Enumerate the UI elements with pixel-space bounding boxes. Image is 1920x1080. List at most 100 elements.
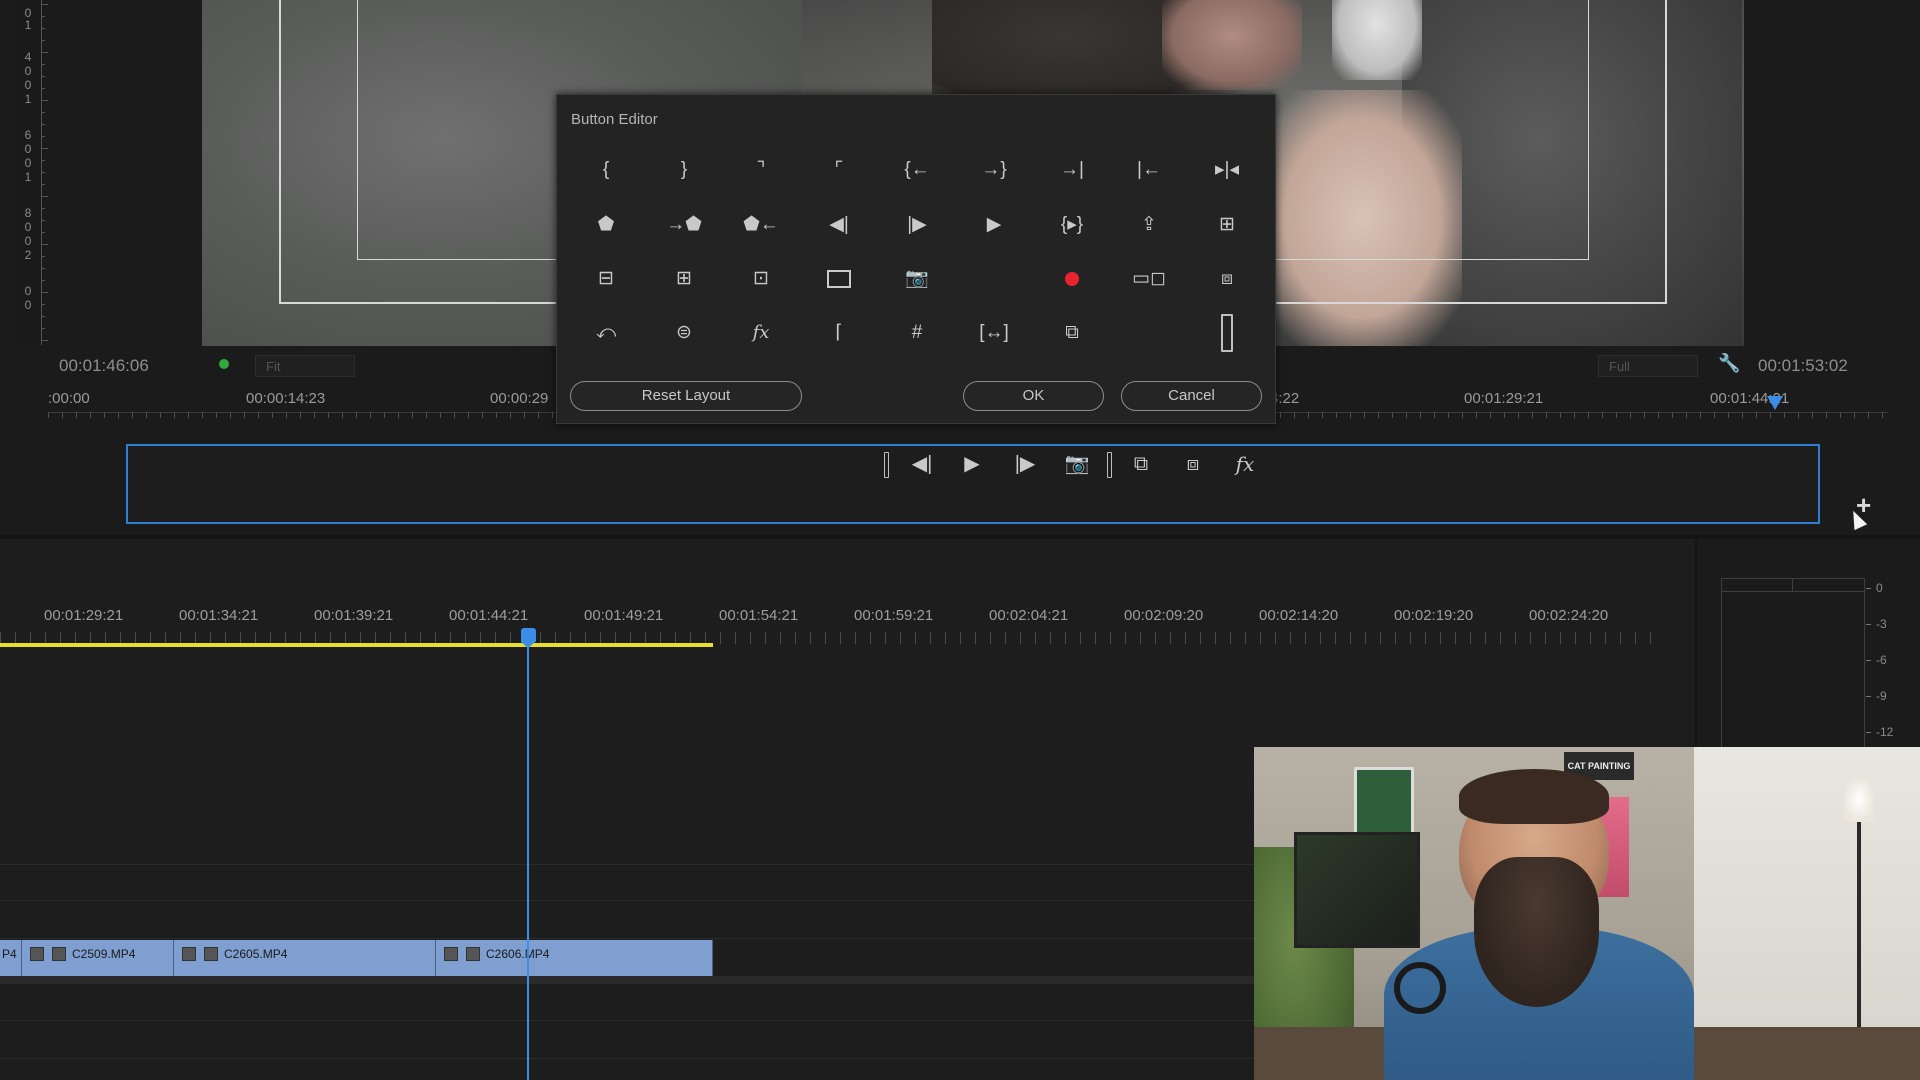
editor-button-icon[interactable]: ⌜ — [816, 150, 862, 190]
track-divider — [0, 938, 1255, 939]
editor-button-icon[interactable]: ⊞ — [661, 259, 707, 299]
track-separator — [0, 976, 1255, 984]
reset-layout-button[interactable]: Reset Layout — [570, 381, 802, 411]
ruler-digit: 1 — [24, 170, 32, 184]
timeline-ruler-label: 00:02:04:21 — [989, 607, 1069, 624]
spacer-icon[interactable] — [1204, 313, 1250, 353]
editor-button-icon[interactable]: ⬟ — [583, 205, 629, 245]
monitor-ruler-label: :00:00 — [48, 390, 90, 407]
clip-label: C2606.MP4 — [486, 946, 550, 961]
multicam-icon[interactable]: ⧉ — [1124, 448, 1158, 480]
audio-meter-peak — [1721, 578, 1865, 592]
timeline-clip[interactable]: P4 — [0, 940, 22, 976]
editor-button-icon[interactable]: ⌝ — [738, 150, 784, 190]
ok-button[interactable]: OK — [963, 381, 1104, 411]
editor-button-icon[interactable]: { — [583, 150, 629, 190]
db-label: -6 — [1876, 653, 1887, 667]
timeline-clip[interactable]: C2509.MP4 — [22, 940, 174, 976]
editor-button-icon[interactable]: →} — [971, 150, 1017, 190]
editor-button-icon[interactable]: ⊟ — [583, 259, 629, 299]
fx-icon[interactable]: fx — [1228, 448, 1262, 480]
timeline-clip[interactable]: C2606.MP4 — [436, 940, 713, 976]
editor-button-icon[interactable]: } — [661, 150, 707, 190]
clip-fx-icon — [30, 946, 44, 961]
spacer-icon[interactable] — [884, 452, 889, 478]
editor-button-icon[interactable]: ▶ — [971, 205, 1017, 245]
track-divider — [0, 1058, 1255, 1059]
timeline-ruler-label: 00:01:59:21 — [854, 607, 934, 624]
zoom-select[interactable]: Fit — [255, 355, 355, 377]
fx-icon[interactable]: fx — [738, 313, 784, 353]
editor-button-icon[interactable]: ⊡ — [738, 259, 784, 299]
clip-thumbnail-icon — [466, 946, 480, 961]
editor-button-icon[interactable]: ⊞ — [1204, 205, 1250, 245]
clip-thumbnail-icon — [204, 946, 218, 961]
comparison-view-icon[interactable]: ⧈ — [1176, 448, 1210, 480]
timeline-clip[interactable]: C2605.MP4 — [174, 940, 436, 976]
editor-button-icon[interactable]: |▶ — [894, 205, 940, 245]
timeline-ruler-label: 00:01:39:21 — [314, 607, 394, 624]
timeline-playhead[interactable] — [521, 628, 536, 642]
editor-button-icon[interactable]: ▭◻ — [1126, 259, 1172, 299]
ruler-digit: 0 — [24, 234, 32, 248]
editor-button-icon[interactable]: →⬟ — [661, 205, 707, 245]
timeline-playhead-line — [527, 646, 529, 1080]
monitor-ruler-label: 00:00:14:23 — [246, 390, 326, 407]
editor-button-icon[interactable]: ⇪ — [1126, 205, 1172, 245]
timeline-ruler-label: 00:01:54:21 — [719, 607, 799, 624]
ruler-digit: 0 — [24, 78, 32, 92]
editor-button-icon[interactable]: ⌈ — [816, 313, 862, 353]
editor-button-icon[interactable]: ⤺ — [583, 313, 629, 353]
editor-button-icon[interactable]: {← — [894, 150, 940, 190]
ruler-digit: 1 — [24, 92, 32, 106]
editor-button-icon[interactable]: ⊜ — [661, 313, 707, 353]
monitor-playhead[interactable] — [1767, 396, 1783, 410]
timeline-ruler-label: 00:01:29:21 — [44, 607, 124, 624]
clip-thumbnail-icon — [52, 946, 66, 961]
track-divider — [0, 900, 1255, 901]
editor-button-icon[interactable]: ⧉ — [1049, 313, 1095, 353]
editor-button-icon[interactable]: 📷 — [894, 259, 940, 299]
play-icon[interactable]: ▶ — [955, 448, 989, 480]
editor-button-icon[interactable]: {▸} — [1049, 205, 1095, 245]
timeline-ruler-label: 00:02:14:20 — [1259, 607, 1339, 624]
spacer-icon[interactable] — [1107, 452, 1112, 478]
duration-timecode: 00:01:53:02 — [1758, 356, 1848, 375]
clip-fx-icon — [444, 946, 458, 961]
step-forward-icon[interactable]: |▶ — [1008, 448, 1042, 480]
ruler-digit: 0 — [24, 220, 32, 234]
clip-fx-icon — [182, 946, 196, 961]
ruler-digit: 2 — [24, 248, 32, 262]
timeline-ruler-label: 00:02:19:20 — [1394, 607, 1474, 624]
dialog-title: Button Editor — [571, 111, 658, 128]
timeline-ruler-label: 00:02:24:20 — [1529, 607, 1609, 624]
wrench-icon[interactable]: 🔧 — [1718, 353, 1740, 374]
editor-button-icon[interactable]: ▸|◂ — [1204, 150, 1250, 190]
editor-button-icon[interactable]: [↔] — [971, 313, 1017, 353]
editor-button-icon[interactable]: |← — [1126, 150, 1172, 190]
resolution-select[interactable]: Full — [1598, 355, 1698, 377]
editor-button-icon[interactable]: ◀| — [816, 205, 862, 245]
db-label: 0 — [1876, 581, 1883, 595]
timeline-ruler-label: 00:01:44:21 — [449, 607, 529, 624]
timeline-ruler-label: 00:02:09:20 — [1124, 607, 1204, 624]
timeline-ruler-label: 00:01:49:21 — [584, 607, 664, 624]
monitor-ruler-label: 00:00:29 — [490, 390, 549, 407]
ruler-digit: 0 — [24, 156, 32, 170]
current-timecode[interactable]: 00:01:46:06 — [59, 356, 149, 376]
ruler-digit: 0 — [24, 142, 32, 156]
editor-button-icon[interactable]: ⧈ — [1204, 259, 1250, 299]
track-divider — [0, 1020, 1255, 1021]
db-label: -3 — [1876, 617, 1887, 631]
editor-button-icon[interactable]: # — [894, 313, 940, 353]
camera-icon[interactable]: 📷 — [1060, 448, 1094, 480]
work-area-bar[interactable] — [0, 643, 713, 647]
db-label: -12 — [1876, 725, 1894, 739]
editor-button-icon[interactable]: ⬟← — [738, 205, 784, 245]
editor-button-icon[interactable]: →| — [1049, 150, 1095, 190]
audio-meter-channel-divider — [1792, 578, 1793, 592]
safe-margins-icon[interactable] — [816, 259, 862, 299]
record-icon[interactable] — [1049, 259, 1095, 299]
step-back-icon[interactable]: ◀| — [905, 448, 939, 480]
cancel-button[interactable]: Cancel — [1121, 381, 1262, 411]
